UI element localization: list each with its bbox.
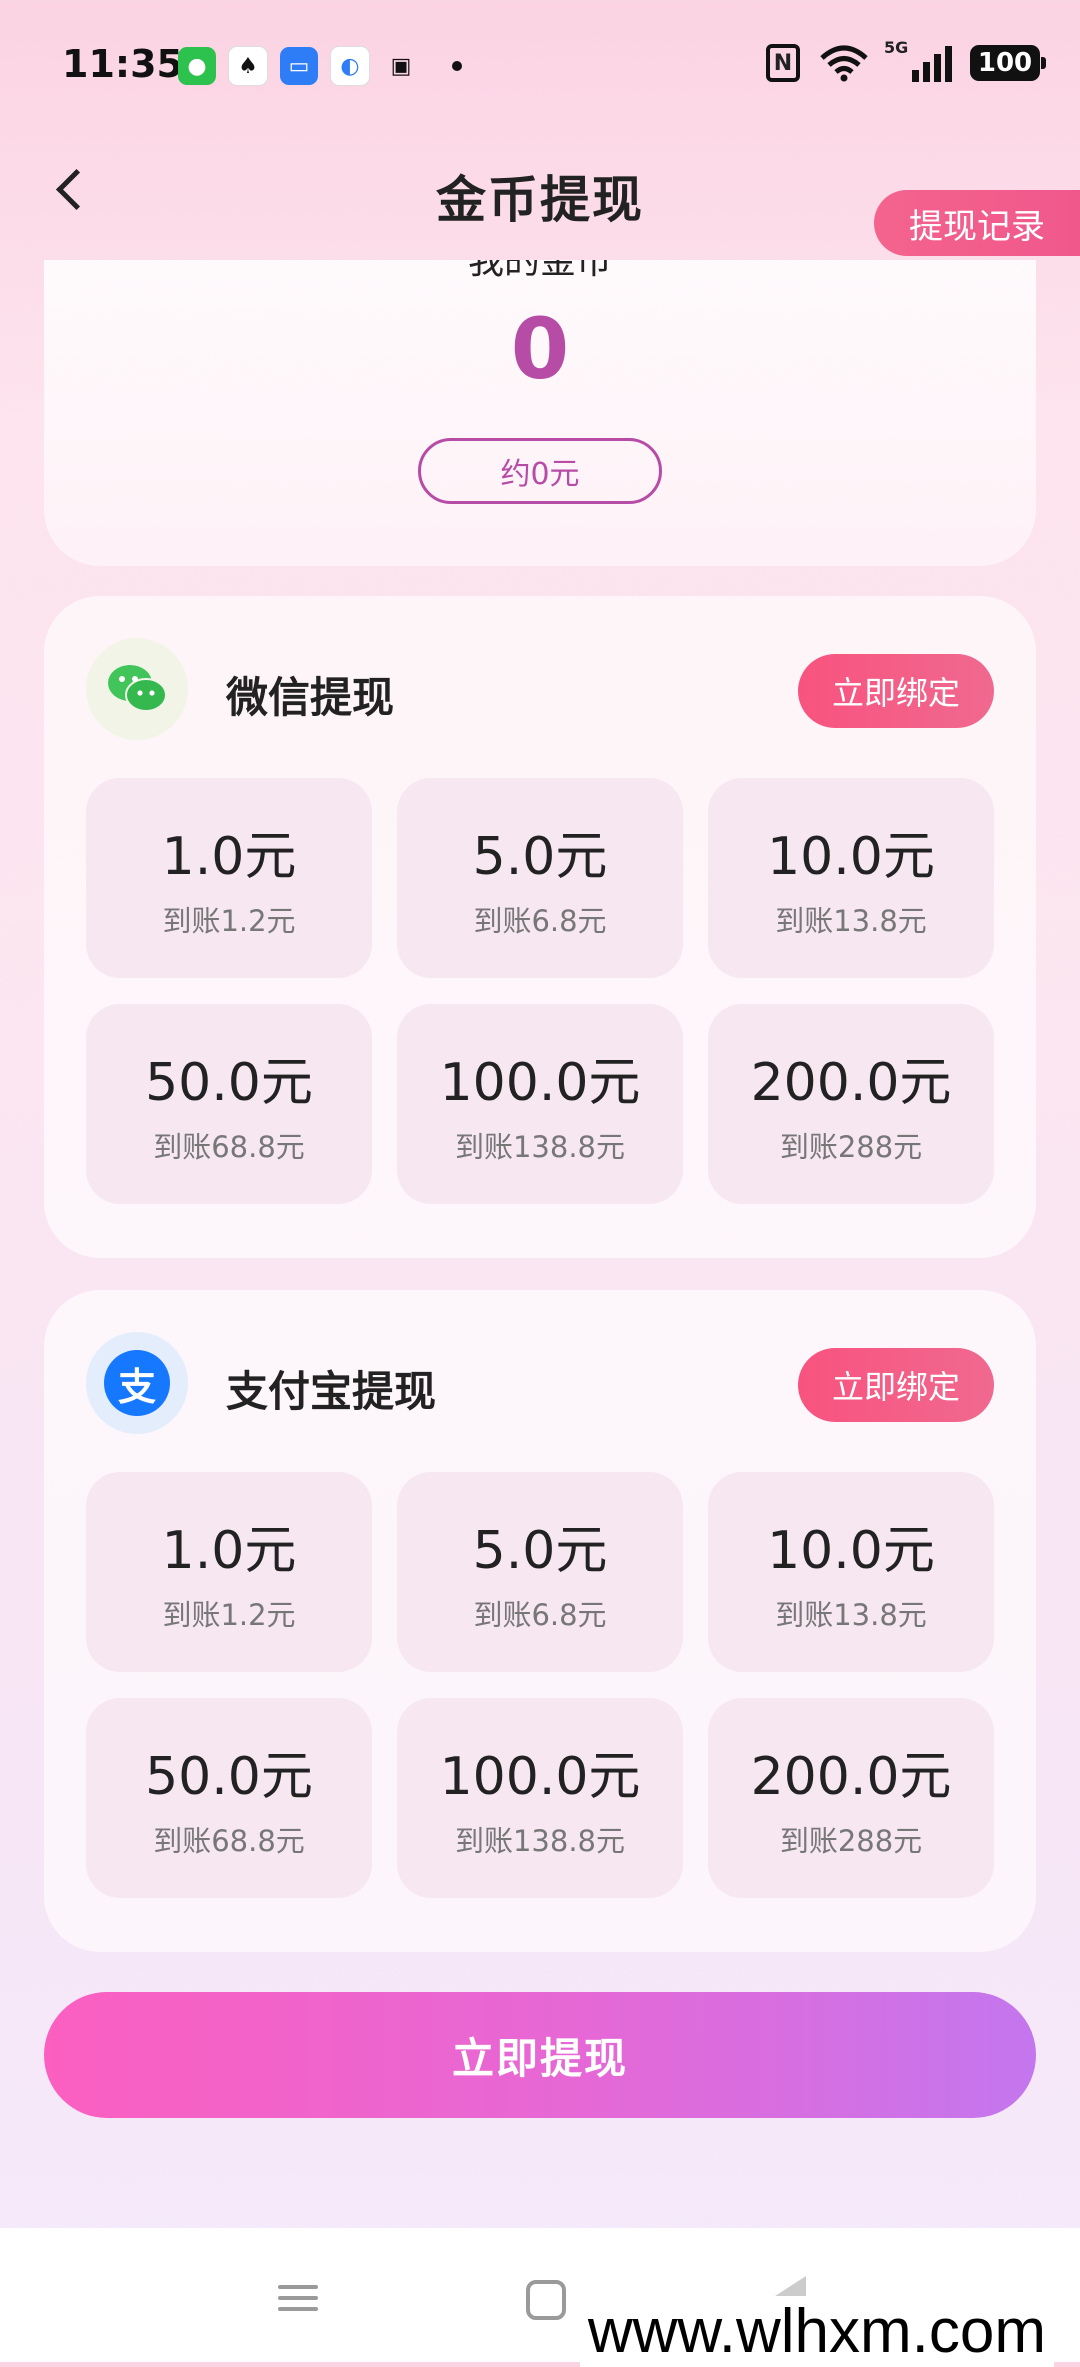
coin-approx-value: 约0元 [418, 438, 662, 504]
wechat-icon [86, 638, 188, 740]
wechat-amount-grid: 1.0元到账1.2元 5.0元到账6.8元 10.0元到账13.8元 50.0元… [86, 778, 994, 1204]
coin-balance-card: 我的金币 0 约0元 [44, 260, 1036, 566]
signal-icon: 5G [884, 38, 952, 82]
option-amount: 1.0元 [161, 827, 297, 887]
withdraw-now-button[interactable]: 立即提现 [44, 1992, 1036, 2118]
alipay-amount-option[interactable]: 10.0元到账13.8元 [708, 1472, 994, 1672]
alipay-glyph: 支 [104, 1350, 170, 1416]
watermark: www.wlhxm.com [579, 2296, 1054, 2367]
option-arrival: 到账68.8元 [153, 1824, 305, 1858]
system-icons: N 5G 100 [766, 38, 1046, 82]
coin-label: 我的金币 [467, 260, 612, 282]
alipay-amount-option[interactable]: 50.0元到账68.8元 [86, 1698, 372, 1898]
option-amount: 5.0元 [472, 1521, 608, 1581]
option-arrival: 到账13.8元 [775, 904, 927, 938]
alipay-amount-option[interactable]: 5.0元到账6.8元 [397, 1472, 683, 1672]
option-amount: 100.0元 [439, 1053, 641, 1113]
home-icon[interactable] [526, 2280, 566, 2320]
option-arrival: 到账288元 [779, 1824, 923, 1858]
option-amount: 1.0元 [161, 1521, 297, 1581]
wechat-icon: ● [178, 47, 216, 85]
more-notifications-dot [452, 61, 462, 71]
option-arrival: 到账138.8元 [454, 1824, 626, 1858]
wifi-icon [820, 45, 868, 82]
option-arrival: 到账1.2元 [162, 904, 296, 938]
option-amount: 10.0元 [767, 827, 935, 887]
wechat-withdraw-card: 微信提现 立即绑定 1.0元到账1.2元 5.0元到账6.8元 10.0元到账1… [44, 596, 1036, 1258]
option-arrival: 到账1.2元 [162, 1598, 296, 1632]
wechat-bind-button[interactable]: 立即绑定 [798, 654, 994, 728]
alipay-withdraw-card: 支 支付宝提现 立即绑定 1.0元到账1.2元 5.0元到账6.8元 10.0元… [44, 1290, 1036, 1952]
option-amount: 200.0元 [750, 1747, 952, 1807]
wechat-amount-option[interactable]: 10.0元到账13.8元 [708, 778, 994, 978]
recents-menu-icon[interactable] [278, 2278, 318, 2318]
withdraw-record-button[interactable]: 提现记录 [874, 190, 1080, 256]
notification-icons: ● ♠ ▭ ◐ ▣ [178, 46, 462, 86]
browser-icon: ◐ [330, 46, 370, 86]
alipay-amount-option[interactable]: 200.0元到账288元 [708, 1698, 994, 1898]
alipay-withdraw-title: 支付宝提现 [226, 1367, 437, 1416]
alipay-amount-option[interactable]: 100.0元到账138.8元 [397, 1698, 683, 1898]
alipay-amount-option[interactable]: 1.0元到账1.2元 [86, 1472, 372, 1672]
option-arrival: 到账6.8元 [473, 904, 607, 938]
battery-icon: 100 [970, 45, 1046, 81]
option-amount: 100.0元 [439, 1747, 641, 1807]
network-type: 5G [884, 38, 909, 57]
option-amount: 50.0元 [145, 1747, 313, 1807]
wechat-amount-option[interactable]: 100.0元到账138.8元 [397, 1004, 683, 1204]
nfc-icon: N [766, 44, 800, 82]
option-arrival: 到账13.8元 [775, 1598, 927, 1632]
option-arrival: 到账6.8元 [473, 1598, 607, 1632]
option-amount: 50.0元 [145, 1053, 313, 1113]
bag-icon: ▣ [390, 53, 412, 79]
alipay-bind-button[interactable]: 立即绑定 [798, 1348, 994, 1422]
alipay-icon: 支 [86, 1332, 188, 1434]
wechat-amount-option[interactable]: 200.0元到账288元 [708, 1004, 994, 1204]
status-bar: 11:35 ● ♠ ▭ ◐ ▣ N 5G 100 [0, 0, 1080, 130]
messages-icon: ▭ [280, 47, 318, 85]
wechat-amount-option[interactable]: 1.0元到账1.2元 [86, 778, 372, 978]
option-arrival: 到账288元 [779, 1130, 923, 1164]
status-time: 11:35 [62, 42, 183, 86]
qq-icon: ♠ [228, 46, 268, 86]
wechat-amount-option[interactable]: 50.0元到账68.8元 [86, 1004, 372, 1204]
alipay-amount-grid: 1.0元到账1.2元 5.0元到账6.8元 10.0元到账13.8元 50.0元… [86, 1472, 994, 1898]
option-arrival: 到账68.8元 [153, 1130, 305, 1164]
wechat-amount-option[interactable]: 5.0元到账6.8元 [397, 778, 683, 978]
option-amount: 5.0元 [472, 827, 608, 887]
wechat-withdraw-title: 微信提现 [226, 673, 395, 722]
coin-value: 0 [510, 300, 570, 398]
option-amount: 10.0元 [767, 1521, 935, 1581]
option-amount: 200.0元 [750, 1053, 952, 1113]
option-arrival: 到账138.8元 [454, 1130, 626, 1164]
